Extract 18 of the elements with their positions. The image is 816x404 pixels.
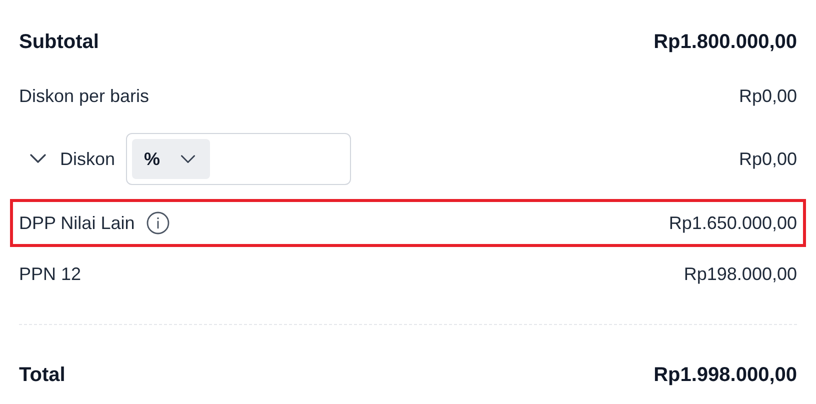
row-amount: Rp198.000,00 xyxy=(684,262,797,286)
caret-icon xyxy=(180,154,196,164)
info-icon[interactable] xyxy=(146,211,170,235)
discount-field[interactable]: % xyxy=(126,133,352,185)
row-label: Diskon per baris xyxy=(19,84,150,108)
row-amount: Rp1.800.000,00 xyxy=(654,30,797,55)
row-amount: Rp0,00 xyxy=(738,148,797,171)
row-label: Subtotal xyxy=(19,30,99,55)
expand-toggle[interactable] xyxy=(30,154,46,164)
row-label: DPP Nilai Lain xyxy=(19,212,135,234)
row-label: Diskon xyxy=(60,148,116,170)
row-amount: Rp0,00 xyxy=(738,84,797,108)
chevron-icon xyxy=(30,154,46,164)
row-label: Total xyxy=(19,363,66,388)
row-label: PPN 12 xyxy=(19,262,82,286)
row-amount: Rp1.998.000,00 xyxy=(654,363,797,388)
unit-select[interactable]: % xyxy=(132,139,210,179)
row-amount: Rp1.650.000,00 xyxy=(668,212,797,235)
